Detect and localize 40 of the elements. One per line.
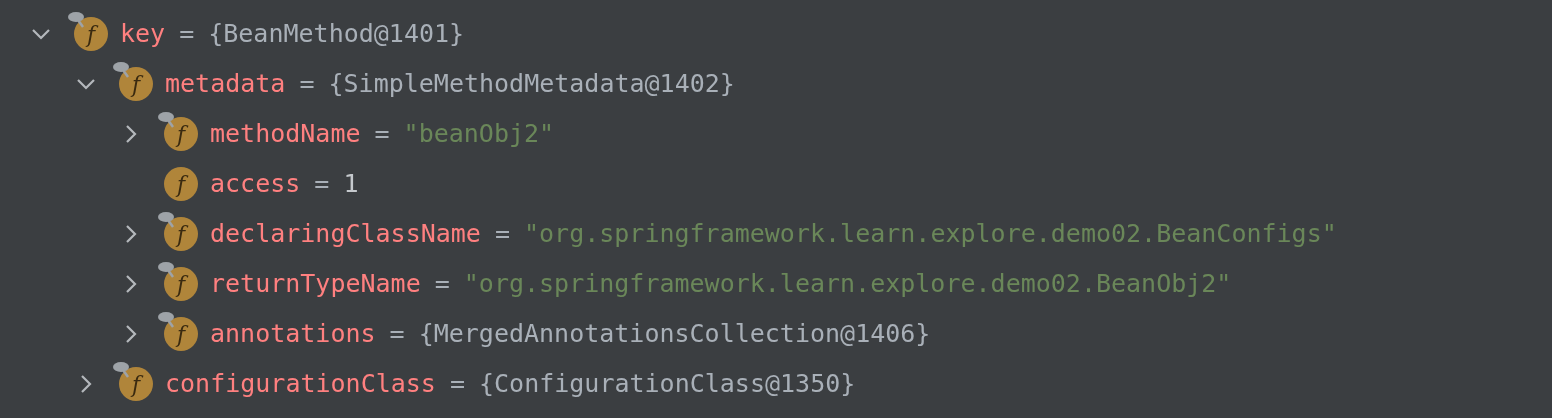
tree-row[interactable]: f methodName = "beanObj2" (0, 109, 1552, 159)
tree-row[interactable]: f annotations = {MergedAnnotationsCollection@1406} (0, 309, 1552, 359)
field-icon: f (164, 217, 198, 251)
field-value: {SimpleMethodMetadata@1402} (328, 68, 735, 101)
field-name: annotations (210, 318, 376, 351)
equals-sign: = (179, 18, 195, 51)
field-icon: f (119, 67, 153, 101)
field-value: "beanObj2" (403, 118, 555, 151)
equals-sign: = (434, 268, 450, 301)
field-value: "org.springframework.learn.explore.demo02.BeanObj2" (463, 268, 1232, 301)
field-value: "org.springframework.learn.explore.demo02.BeanConfigs" (524, 218, 1337, 251)
equals-sign: = (374, 118, 390, 151)
field-value: {MergedAnnotationsCollection@1406} (418, 318, 931, 351)
field-name: access (210, 168, 301, 201)
field-value: {BeanMethod@1401} (208, 18, 465, 51)
tree-row[interactable]: f returnTypeName = "org.springframework.learn.explore.demo02.BeanObj2" (0, 259, 1552, 309)
field-icon: f (164, 117, 198, 151)
field-name: configurationClass (165, 368, 436, 401)
tree-row[interactable]: f access = 1 (0, 159, 1552, 209)
field-icon: f (164, 317, 198, 351)
tree-row[interactable]: f declaringClassName = "org.springframework.learn.explore.demo02.BeanConfigs" (0, 209, 1552, 259)
equals-sign: = (314, 168, 330, 201)
tree-row[interactable]: f key = {BeanMethod@1401} (0, 9, 1552, 59)
field-name: metadata (165, 68, 286, 101)
tree-row[interactable]: f configurationClass = {ConfigurationClass@1350} (0, 359, 1552, 409)
equals-sign: = (494, 218, 510, 251)
field-value: {ConfigurationClass@1350} (479, 368, 856, 401)
field-name: key (120, 18, 166, 51)
field-value: 1 (343, 168, 359, 201)
field-name: declaringClassName (210, 218, 481, 251)
equals-sign: = (449, 368, 465, 401)
field-name: methodName (210, 118, 361, 151)
field-name: returnTypeName (210, 268, 421, 301)
tree-row[interactable]: f metadata = {SimpleMethodMetadata@1402} (0, 59, 1552, 109)
equals-sign: = (389, 318, 405, 351)
field-icon: f (164, 167, 198, 201)
field-icon: f (74, 17, 108, 51)
equals-sign: = (299, 68, 315, 101)
field-icon: f (164, 267, 198, 301)
field-icon: f (119, 367, 153, 401)
